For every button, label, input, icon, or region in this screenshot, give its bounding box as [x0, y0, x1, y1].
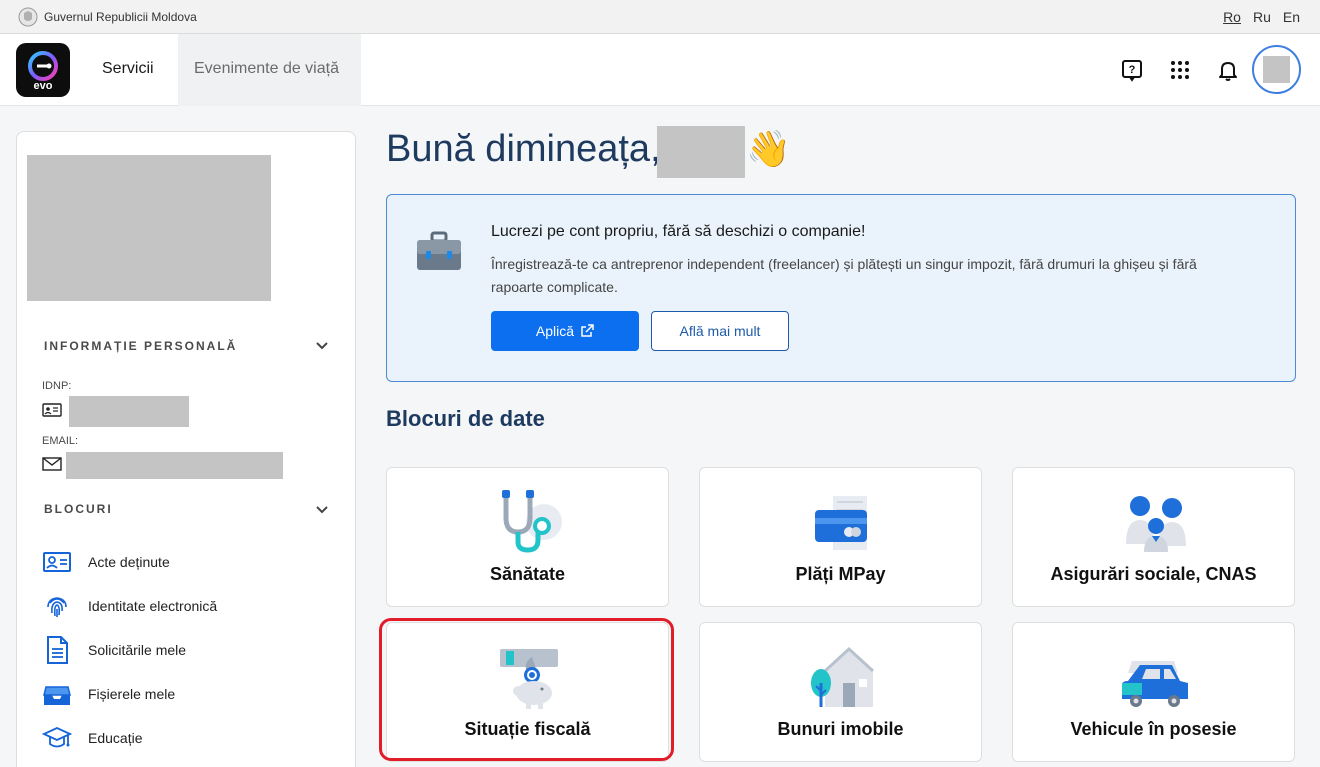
car-icon: [1122, 661, 1188, 707]
chevron-down-icon[interactable]: [315, 503, 329, 517]
card-label: Asigurări sociale, CNAS: [1050, 564, 1257, 584]
gov-name: Guvernul Republicii Moldova: [44, 9, 197, 24]
sidebar-item-label: Acte deținute: [88, 554, 170, 570]
sidebar-item-acte-detinute[interactable]: Acte deținute: [42, 545, 342, 579]
user-name-redacted: [657, 126, 745, 178]
inbox-tray-icon: [43, 686, 71, 705]
id-card-icon: [42, 403, 62, 417]
evo-logo[interactable]: evo: [16, 43, 70, 97]
card-situatie-fiscala[interactable]: Situație fiscală: [386, 622, 669, 762]
evo-logo-icon: [28, 51, 58, 81]
stethoscope-icon: [502, 490, 562, 553]
card-label: Situație fiscală: [464, 719, 591, 739]
sidebar-item-label: Identitate electronică: [88, 598, 218, 614]
payment-card-icon: [815, 496, 867, 550]
wave-emoji: 👋: [746, 128, 791, 169]
blocks-section-title[interactable]: BLOCURI: [44, 502, 113, 516]
idnp-value-redacted: [69, 396, 189, 427]
gov-bar: Guvernul Republicii Moldova Ro Ru En: [0, 0, 1320, 34]
card-vehicule-in-posesie[interactable]: Vehicule în posesie: [1012, 622, 1295, 762]
mail-icon: [42, 457, 62, 471]
sidebar-item-identitate-electronica[interactable]: Identitate electronică: [42, 589, 342, 623]
graduation-cap-icon: [42, 727, 72, 748]
banner-description: Înregistrează-te ca antreprenor independ…: [491, 256, 1197, 295]
email-label: EMAIL:: [42, 435, 79, 447]
freelancer-banner: Lucrezi pe cont propriu, fără să deschiz…: [386, 194, 1296, 382]
bell-icon[interactable]: [1216, 58, 1240, 82]
document-icon: [47, 636, 68, 664]
card-label: Bunuri imobile: [777, 719, 904, 739]
card-asigurari-sociale[interactable]: Asigurări sociale, CNAS: [1012, 467, 1295, 607]
personal-info-title[interactable]: INFORMAȚIE PERSONALĂ: [44, 339, 237, 353]
card-label: Vehicule în posesie: [1070, 719, 1237, 739]
lang-ro[interactable]: Ro: [1223, 9, 1241, 25]
nav-servicii[interactable]: Servicii: [102, 60, 154, 78]
lang-ru[interactable]: Ru: [1253, 9, 1271, 25]
sidebar: INFORMAȚIE PERSONALĂ IDNP: EMAIL: BLOCUR…: [16, 131, 356, 767]
apply-button[interactable]: Aplică: [491, 311, 639, 351]
learn-more-button[interactable]: Află mai mult: [651, 311, 789, 351]
card-bunuri-imobile[interactable]: Bunuri imobile: [699, 622, 982, 762]
sidebar-item-label: Fișierele mele: [88, 686, 176, 702]
greeting-title: Bună dimineața,: [386, 128, 661, 170]
house-tree-icon: [811, 646, 875, 707]
blocks-title: Blocuri de date: [386, 406, 545, 431]
header: evo Servicii Evenimente de viață ?: [0, 34, 1320, 106]
card-plati-mpay[interactable]: Plăți MPay: [699, 467, 982, 607]
lang-en[interactable]: En: [1283, 9, 1300, 25]
family-icon: [1126, 496, 1186, 552]
nav-evenimente-de-viata[interactable]: Evenimente de viață: [178, 34, 361, 106]
sidebar-item-educatie[interactable]: Educație: [42, 721, 342, 755]
fingerprint-icon: [47, 597, 67, 617]
email-value-redacted: [66, 452, 283, 479]
chevron-down-icon[interactable]: [315, 339, 329, 353]
id-card-icon: [43, 552, 71, 572]
sidebar-item-label: Solicitările mele: [88, 642, 187, 658]
apps-grid-icon[interactable]: [1168, 58, 1192, 82]
briefcase-icon: [417, 231, 461, 270]
help-icon[interactable]: ?: [1120, 58, 1144, 82]
card-label: Sănătate: [489, 564, 566, 584]
sidebar-item-label: Educație: [88, 730, 143, 746]
sidebar-item-solicitarile-mele[interactable]: Solicitările mele: [42, 633, 342, 667]
card-label: Plăți MPay: [795, 564, 886, 584]
profile-photo-redacted: [27, 155, 271, 301]
apply-button-label: Aplică: [535, 323, 575, 339]
avatar-redacted: [1263, 56, 1290, 83]
language-switcher: Ro Ru En: [1223, 9, 1300, 25]
sidebar-item-fisierele-mele[interactable]: Fișierele mele: [42, 677, 342, 711]
user-avatar[interactable]: [1252, 45, 1301, 94]
banner-title: Lucrezi pe cont propriu, fără să deschiz…: [491, 223, 866, 240]
external-link-icon: [581, 324, 594, 337]
logo-text: evo: [33, 80, 53, 92]
piggy-bank-coin-icon: [500, 649, 558, 709]
card-sanatate[interactable]: Sănătate: [386, 467, 669, 607]
svg-text:?: ?: [1129, 64, 1136, 76]
idnp-label: IDNP:: [42, 380, 72, 392]
moldova-emblem-icon: [18, 7, 38, 26]
